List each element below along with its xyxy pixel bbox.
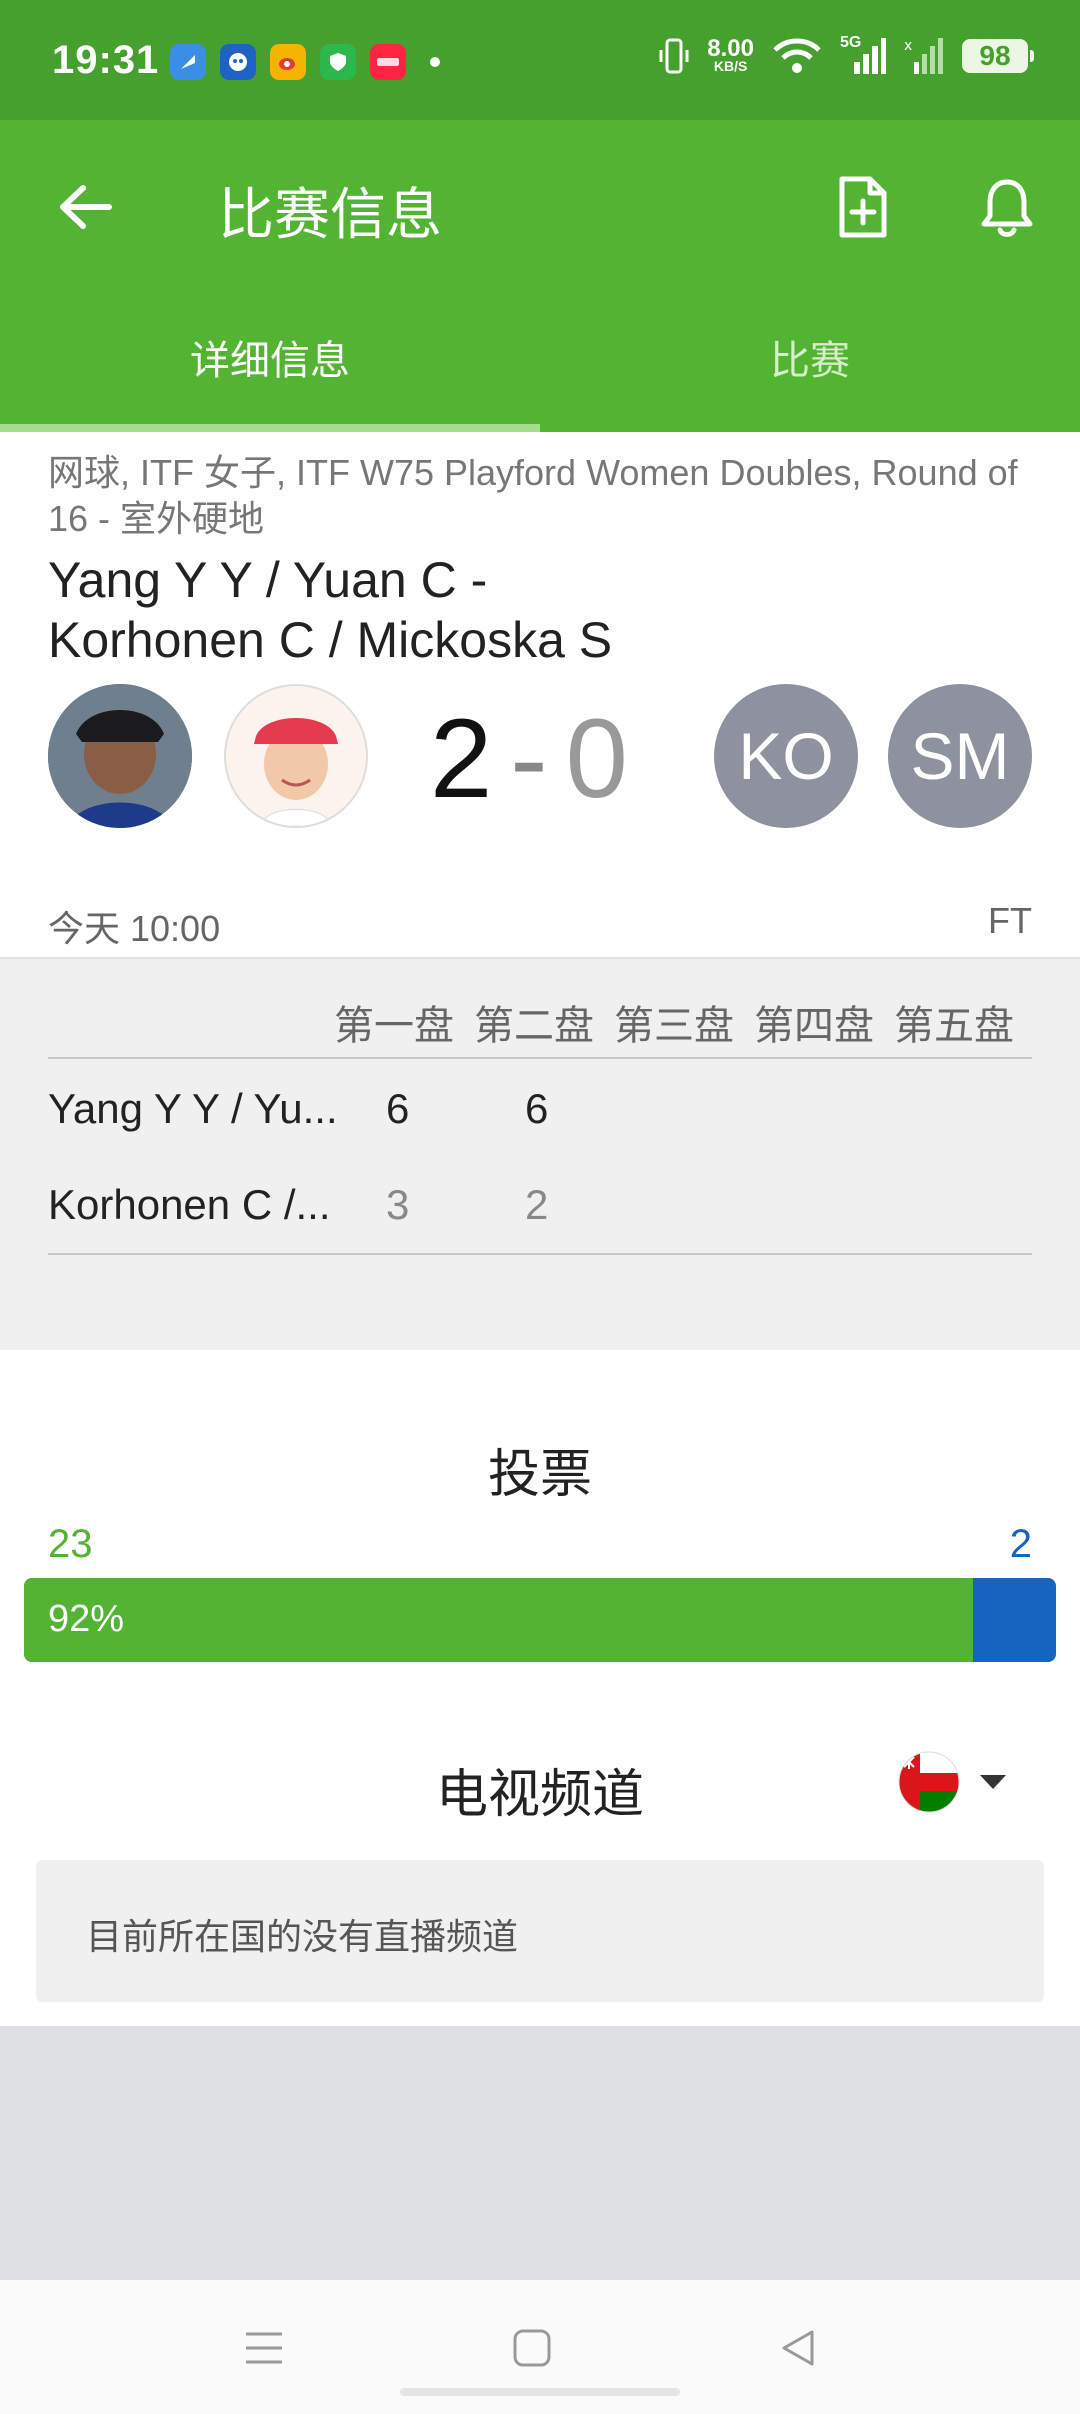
row-set-1: 3	[386, 1181, 410, 1228]
home-indicator	[400, 2388, 680, 2396]
vote-bar[interactable]: 92%	[24, 1578, 1056, 1662]
country-selector[interactable]	[898, 1750, 1018, 1814]
more-notifications-dot	[430, 57, 440, 67]
signal-weak-icon: x	[904, 38, 943, 74]
set-header-5: 第五盘	[894, 1004, 1014, 1048]
tv-channels-section: 电视频道 目前所在国的没有直播频道	[0, 1690, 1080, 2026]
tv-message: 目前所在国的没有直播频道	[86, 1916, 519, 1957]
player-avatar-yuan[interactable]	[224, 684, 368, 828]
vote-title: 投票	[487, 1446, 592, 1504]
row-set-1: 6	[386, 1085, 410, 1132]
menu-icon	[246, 2332, 282, 2364]
player-avatar-yang[interactable]	[48, 684, 192, 828]
teams-line-away: Korhonen C / Mickoska S	[48, 612, 613, 668]
score-separator: -	[510, 696, 548, 821]
divider	[48, 1057, 1032, 1059]
score-away: 0	[565, 696, 628, 821]
row-set-2: 2	[525, 1181, 549, 1228]
set-score-table: 第一盘 第二盘 第三盘 第四盘 第五盘 Yang Y Y / Yu... 6 6…	[0, 957, 1080, 1350]
row-set-2: 6	[525, 1085, 549, 1132]
row-team-name: Korhonen C /...	[48, 1181, 331, 1228]
battery-indicator: 98	[962, 39, 1034, 73]
set-header-3: 第三盘	[614, 1004, 734, 1048]
app-bar: 比赛信息	[0, 120, 1080, 282]
network-speed: 8.00 KB/S	[707, 37, 754, 74]
triangle-back-icon	[782, 2330, 814, 2366]
row-team-name: Yang Y Y / Yu...	[48, 1085, 338, 1132]
bell-icon	[981, 179, 1033, 237]
vote-home-fill: 92%	[24, 1578, 974, 1662]
player-photo-icon	[226, 686, 366, 826]
app-notification-icon	[170, 44, 206, 80]
player-avatar-ko[interactable]: KO	[714, 684, 858, 828]
add-to-calendar-button[interactable]	[828, 170, 898, 244]
system-indicators: 8.00 KB/S 5G x 98	[659, 34, 1034, 76]
bot-notification-icon	[220, 44, 256, 80]
recent-apps-button[interactable]	[224, 2308, 304, 2388]
set-header-row: 第一盘 第二盘 第三盘 第四盘 第五盘	[0, 979, 1080, 1048]
shield-notification-icon	[320, 44, 356, 80]
wifi-icon	[773, 38, 821, 73]
tab-details[interactable]: 详细信息	[0, 282, 540, 432]
signal-5g-icon: 5G	[840, 34, 886, 76]
svg-text:x: x	[904, 38, 912, 54]
match-header: 网球, ITF 女子, ITF W75 Playford Women Doubl…	[0, 432, 1080, 957]
tv-message-box: 目前所在国的没有直播频道	[36, 1860, 1044, 2002]
chevron-down-icon	[980, 1775, 1006, 1789]
vote-section: 投票 23 2 92%	[0, 1350, 1080, 1690]
tab-matches[interactable]: 比赛	[540, 282, 1080, 432]
page-title: 比赛信息	[218, 183, 442, 246]
square-home-icon	[513, 2329, 551, 2367]
divider	[48, 1253, 1032, 1255]
set-header-4: 第四盘	[754, 1004, 874, 1048]
match-date: 今天 10:00	[48, 908, 221, 949]
match-meta: 网球, ITF 女子, ITF W75 Playford Women Doubl…	[48, 452, 1018, 539]
vote-away-count: 2	[1009, 1522, 1032, 1566]
notification-bell-button[interactable]	[972, 170, 1042, 244]
xiaohongshu-icon	[370, 44, 406, 80]
match-teams: Yang Y Y / Yuan C - Korhonen C / Mickosk…	[48, 550, 1048, 670]
tab-bar: 详细信息 比赛	[0, 282, 1080, 432]
home-button[interactable]	[492, 2308, 572, 2388]
match-status: FT	[988, 900, 1032, 941]
set-header-1: 第一盘	[334, 1004, 454, 1048]
vote-home-percent: 92%	[48, 1598, 125, 1640]
table-row: Korhonen C /... 3 2	[0, 1157, 1080, 1253]
match-score: 2 - 0	[430, 694, 628, 824]
system-back-button[interactable]	[758, 2308, 838, 2388]
vibrate-icon	[659, 38, 689, 74]
player-photo-icon	[48, 684, 192, 828]
document-plus-icon	[839, 176, 887, 238]
weibo-icon	[270, 44, 306, 80]
system-nav-bar	[0, 2280, 1080, 2414]
content-footer-area	[0, 2026, 1080, 2280]
teams-line-home: Yang Y Y / Yuan C -	[48, 552, 488, 608]
table-row: Yang Y Y / Yu... 6 6	[0, 1061, 1080, 1157]
status-bar: 19:31 8.00 KB/S 5G x 98	[0, 0, 1080, 120]
speed-unit: KB/S	[713, 58, 748, 74]
notification-icons	[170, 44, 440, 80]
set-header-2: 第二盘	[474, 1004, 594, 1048]
vote-home-count: 23	[48, 1522, 93, 1566]
oman-flag-icon	[898, 1751, 960, 1813]
arrow-left-icon	[60, 185, 112, 229]
back-button[interactable]	[50, 172, 120, 242]
player-avatar-sm[interactable]: SM	[888, 684, 1032, 828]
status-time: 19:31	[52, 38, 160, 82]
score-home: 2	[430, 696, 493, 821]
